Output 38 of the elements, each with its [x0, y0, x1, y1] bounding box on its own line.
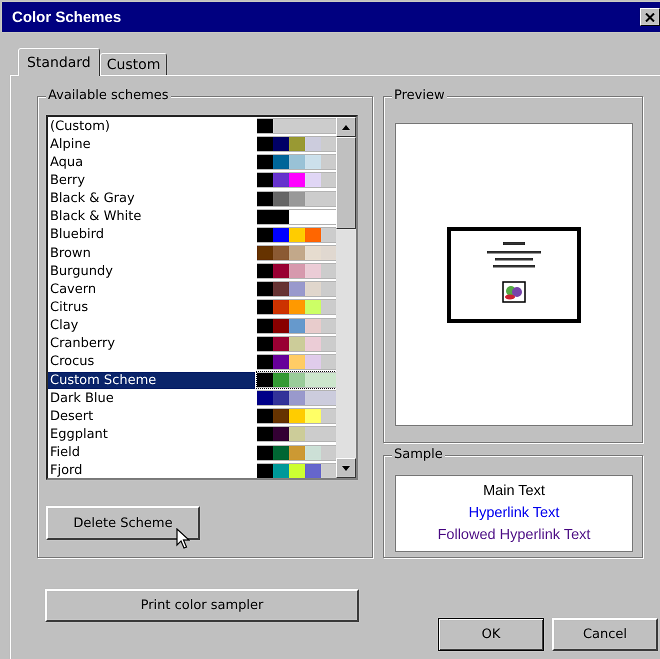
close-button[interactable] [640, 8, 660, 26]
scheme-item[interactable]: Black & White [48, 208, 256, 226]
scheme-item[interactable]: Alpine [48, 136, 256, 153]
scheme-item[interactable]: Fjord [48, 462, 256, 478]
scheme-item[interactable]: Citrus [48, 298, 256, 316]
sample-text: Main Text [483, 482, 545, 501]
scheme-item[interactable]: Cavern [48, 280, 256, 298]
scheme-item[interactable]: Clay [48, 317, 256, 334]
tab[interactable]: Custom [100, 53, 168, 75]
scheme-item[interactable]: Black & Gray [48, 190, 256, 208]
scheme-item[interactable]: Desert [48, 408, 256, 425]
print-sampler-button[interactable]: Print color sampler [45, 589, 359, 622]
scroll-thumb[interactable] [336, 137, 356, 229]
scheme-item[interactable]: Brown [48, 244, 256, 262]
scrollbar[interactable] [336, 117, 356, 478]
scheme-item[interactable]: Eggplant [48, 426, 256, 443]
scroll-down-button[interactable] [336, 458, 356, 478]
scheme-item[interactable]: Dark Blue [48, 390, 256, 407]
scheme-item[interactable]: Field [48, 444, 256, 462]
scheme-item[interactable]: Berry [48, 172, 256, 189]
scheme-item[interactable]: Custom Scheme [48, 372, 256, 389]
mouse-pointer-icon [176, 528, 190, 550]
tab[interactable]: Standard [18, 48, 100, 76]
dialog-button[interactable]: OK [438, 618, 544, 651]
delete-scheme-button[interactable]: Delete Scheme [46, 506, 200, 540]
down-arrow-icon [342, 466, 350, 470]
group-title: Sample [392, 447, 445, 462]
scheme-item[interactable]: Cranberry [48, 335, 256, 352]
scheme-item[interactable]: Aqua [48, 154, 256, 171]
window-title: Color Schemes [12, 8, 122, 26]
scheme-item[interactable]: Burgundy [48, 262, 256, 280]
dialog-button[interactable]: Cancel [552, 618, 658, 651]
scheme-item[interactable]: Bluebird [48, 226, 256, 244]
close-icon [645, 12, 655, 22]
scheme-item[interactable]: Crocus [48, 353, 256, 370]
up-arrow-icon [342, 124, 350, 130]
scheme-item[interactable]: (Custom) [48, 118, 256, 135]
scroll-up-button[interactable] [336, 117, 356, 137]
